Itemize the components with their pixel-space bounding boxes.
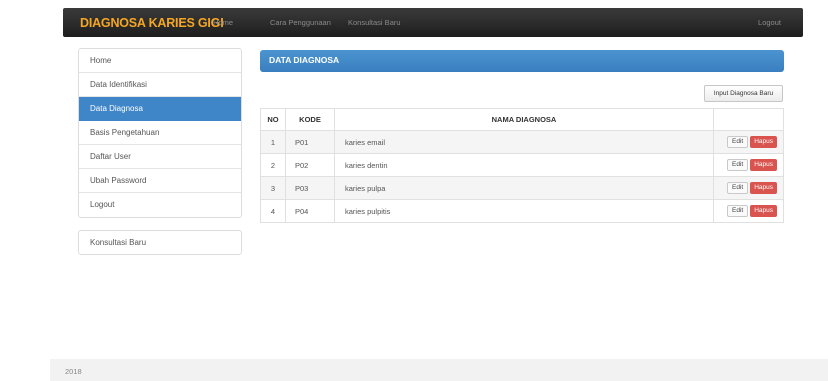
nav-home-link[interactable]: Home bbox=[213, 18, 233, 27]
cell-actions: Edit Hapus bbox=[713, 199, 784, 223]
edit-button[interactable]: Edit bbox=[727, 159, 749, 171]
nav-konsultasi-baru-link[interactable]: Konsultasi Baru bbox=[348, 18, 401, 27]
cell-actions: Edit Hapus bbox=[713, 176, 784, 200]
sidebar-menu: Home Data Identifikasi Data Diagnosa Bas… bbox=[78, 48, 242, 218]
table-row: 2 P02 karies dentin Edit Hapus bbox=[260, 153, 784, 177]
cell-kode: P04 bbox=[285, 199, 335, 223]
sidebar-item-data-identifikasi[interactable]: Data Identifikasi bbox=[79, 73, 241, 97]
brand-title[interactable]: DIAGNOSA KARIES GIGI bbox=[80, 16, 224, 30]
table-header-row: NO KODE NAMA DIAGNOSA bbox=[260, 108, 784, 131]
sidebar-item-data-diagnosa[interactable]: Data Diagnosa bbox=[79, 97, 241, 121]
cell-no: 2 bbox=[260, 153, 286, 177]
diagnosa-table: NO KODE NAMA DIAGNOSA 1 P01 karies email… bbox=[260, 108, 784, 223]
cell-nama: karies dentin bbox=[334, 153, 714, 177]
page-title: DATA DIAGNOSA bbox=[260, 50, 784, 72]
cell-kode: P02 bbox=[285, 153, 335, 177]
sidebar-item-basis-pengetahuan[interactable]: Basis Pengetahuan bbox=[79, 121, 241, 145]
sidebar-secondary: Konsultasi Baru bbox=[78, 230, 242, 255]
cell-kode: P01 bbox=[285, 130, 335, 154]
sidebar-item-logout[interactable]: Logout bbox=[79, 193, 241, 217]
input-diagnosa-baru-button[interactable]: Input Diagnosa Baru bbox=[704, 85, 783, 102]
cell-no: 1 bbox=[260, 130, 286, 154]
sidebar-item-ubah-password[interactable]: Ubah Password bbox=[79, 169, 241, 193]
cell-actions: Edit Hapus bbox=[713, 130, 784, 154]
cell-nama: karies pulpa bbox=[334, 176, 714, 200]
hapus-button[interactable]: Hapus bbox=[750, 182, 777, 194]
table-row: 4 P04 karies pulpitis Edit Hapus bbox=[260, 199, 784, 223]
cell-nama: karies pulpitis bbox=[334, 199, 714, 223]
sidebar-item-home[interactable]: Home bbox=[79, 49, 241, 73]
column-header-actions bbox=[713, 108, 784, 131]
edit-button[interactable]: Edit bbox=[727, 182, 749, 194]
sidebar-item-daftar-user[interactable]: Daftar User bbox=[79, 145, 241, 169]
edit-button[interactable]: Edit bbox=[727, 136, 749, 148]
footer-year: 2018 bbox=[65, 367, 82, 376]
top-navbar: DIAGNOSA KARIES GIGI Home Cara Penggunaa… bbox=[63, 8, 803, 37]
nav-cara-penggunaan-link[interactable]: Cara Penggunaan bbox=[270, 18, 331, 27]
cell-no: 4 bbox=[260, 199, 286, 223]
page-footer: 2018 bbox=[50, 359, 828, 381]
table-row: 1 P01 karies email Edit Hapus bbox=[260, 130, 784, 154]
hapus-button[interactable]: Hapus bbox=[750, 159, 777, 171]
edit-button[interactable]: Edit bbox=[727, 205, 749, 217]
nav-logout-link[interactable]: Logout bbox=[758, 18, 781, 27]
column-header-nama-diagnosa: NAMA DIAGNOSA bbox=[334, 108, 714, 131]
hapus-button[interactable]: Hapus bbox=[750, 136, 777, 148]
hapus-button[interactable]: Hapus bbox=[750, 205, 777, 217]
cell-no: 3 bbox=[260, 176, 286, 200]
cell-kode: P03 bbox=[285, 176, 335, 200]
sidebar-item-konsultasi-baru[interactable]: Konsultasi Baru bbox=[79, 231, 241, 255]
column-header-no: NO bbox=[260, 108, 286, 131]
column-header-kode: KODE bbox=[285, 108, 335, 131]
cell-actions: Edit Hapus bbox=[713, 153, 784, 177]
cell-nama: karies email bbox=[334, 130, 714, 154]
table-row: 3 P03 karies pulpa Edit Hapus bbox=[260, 176, 784, 200]
